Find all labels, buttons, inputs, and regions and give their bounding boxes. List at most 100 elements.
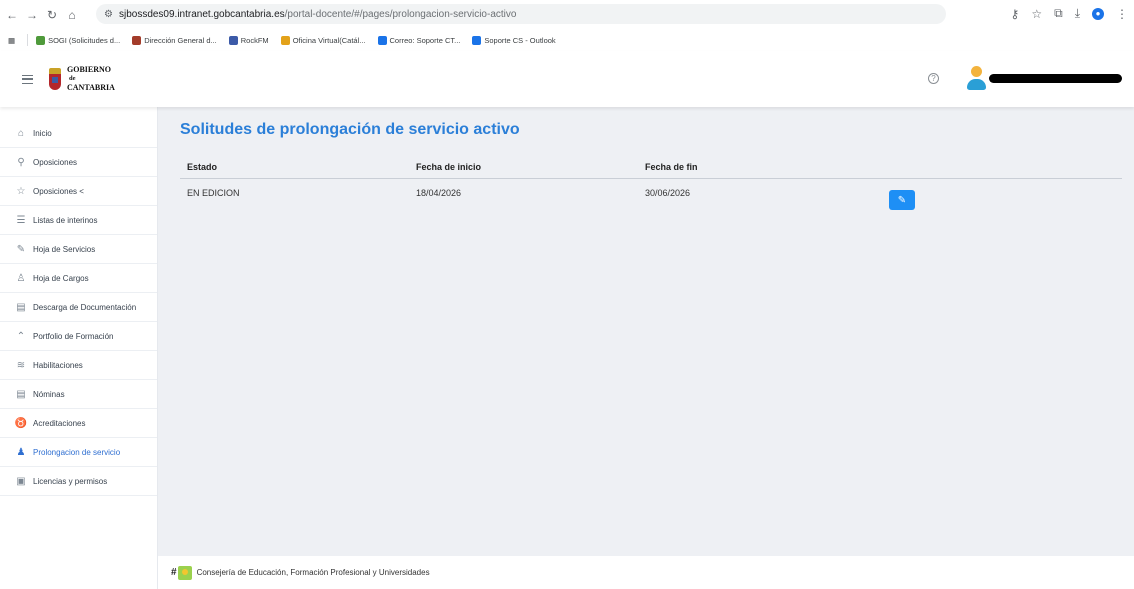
logo-mark-icon: # bbox=[171, 567, 176, 578]
consejeria-logo: # bbox=[171, 565, 192, 580]
bookmark-item[interactable]: Oficina Virtual(Catál... bbox=[280, 35, 366, 45]
column-fecha-fin: Fecha de fin bbox=[645, 161, 698, 172]
bookmark-item[interactable]: RockFM bbox=[228, 35, 269, 45]
sidebar-item-12[interactable]: ▣ Licencias y permisos bbox=[0, 467, 157, 496]
sidebar-item-label: Licencias y permisos bbox=[33, 476, 108, 486]
cell-actions: ✎ bbox=[889, 178, 1122, 210]
home-browser-icon[interactable]: ⌂ bbox=[64, 7, 80, 23]
user-search-icon: ⚲ bbox=[17, 156, 25, 168]
home-icon: ⌂ bbox=[17, 127, 25, 139]
sidebar-item-3[interactable]: ☰ Listas de interinos bbox=[0, 206, 157, 235]
sidebar-item-10[interactable]: ♉ Acreditaciones bbox=[0, 409, 157, 438]
users-icon: ♙ bbox=[16, 272, 26, 284]
help-icon[interactable]: ? bbox=[928, 73, 939, 84]
sidebar-item-label: Hoja de Servicios bbox=[33, 244, 96, 254]
sidebar-item-5[interactable]: ♙ Hoja de Cargos bbox=[0, 264, 157, 293]
download-icon[interactable]: ⤓ bbox=[1075, 6, 1080, 21]
extensions-icon[interactable]: ⧉ bbox=[1054, 6, 1063, 21]
bookmark-favicon-icon bbox=[472, 35, 482, 45]
bookmarks-bar: ▦ SOGI (Solicitudes d... Dirección Genera… bbox=[0, 29, 1134, 51]
sidebar-item-label: Portfolio de Formación bbox=[33, 331, 114, 341]
edit-icon: ✎ bbox=[897, 194, 907, 206]
wrench-icon: ✎ bbox=[16, 243, 26, 255]
cell-fecha-fin: 30/06/2026 bbox=[645, 188, 691, 198]
logo-line-2: de bbox=[69, 75, 76, 82]
sidebar-item-7[interactable]: ⌃ Portfolio de Formación bbox=[0, 322, 157, 351]
sidebar-item-label: Acreditaciones bbox=[33, 418, 86, 428]
bookmark-item[interactable]: SOGI (Solicitudes d... bbox=[36, 35, 121, 45]
apps-grid-icon[interactable]: ▦ bbox=[8, 36, 15, 45]
bookmark-star-icon[interactable]: ☆ bbox=[1031, 7, 1042, 21]
username-redacted[interactable] bbox=[989, 74, 1122, 83]
main-content: Solitudes de prolongación de servicio ac… bbox=[158, 107, 1134, 556]
bookmark-favicon-icon bbox=[280, 35, 290, 45]
avatar[interactable] bbox=[966, 66, 986, 92]
sidebar-item-4[interactable]: ✎ Hoja de Servicios bbox=[0, 235, 157, 264]
browser-toolbar: ← → ↻ ⌂ ⚙ sjbossdes09.intranet.gobcantab… bbox=[0, 0, 1134, 29]
password-key-icon[interactable]: ⚷ bbox=[1011, 7, 1020, 21]
logo-line-1: GOBIERNO bbox=[67, 65, 112, 74]
bookmark-label: Dirección General d... bbox=[144, 35, 217, 45]
table-header: Estado Fecha de inicio Fecha de fin bbox=[180, 155, 1122, 179]
sidebar-item-label: Oposiciones < bbox=[33, 186, 84, 196]
sidebar-item-label: Habilitaciones bbox=[33, 360, 83, 370]
sidebar-item-label: Prolongacion de servicio bbox=[33, 447, 121, 457]
gobierno-cantabria-logo[interactable]: GOBIERNO de CANTABRIA bbox=[48, 65, 115, 92]
logo-text: GOBIERNO de CANTABRIA bbox=[67, 65, 115, 92]
bookmark-item[interactable]: Soporte CS - Outlook bbox=[472, 35, 556, 45]
sidebar-item-9[interactable]: ▤ Nóminas bbox=[0, 380, 157, 409]
bookmark-item[interactable]: Correo: Soporte CT... bbox=[377, 35, 461, 45]
sidebar-item-label: Descarga de Documentación bbox=[33, 302, 137, 312]
footer-text: Consejería de Educación, Formación Profe… bbox=[196, 568, 430, 577]
bookmark-favicon-icon bbox=[228, 35, 238, 45]
bookmark-label: Correo: Soporte CT... bbox=[389, 35, 461, 45]
url-host: sjbossdes09.intranet.gobcantabria.es bbox=[118, 8, 285, 20]
site-info-icon[interactable]: ⚙ bbox=[104, 9, 113, 20]
footer: # Consejería de Educación, Formación Pro… bbox=[158, 556, 1134, 589]
bookmark-item[interactable]: Dirección General d... bbox=[132, 35, 217, 45]
sidebar-item-label: Nóminas bbox=[33, 389, 65, 399]
edit-button[interactable]: ✎ bbox=[889, 190, 915, 210]
sidebar-item-6[interactable]: ▤ Descarga de Documentación bbox=[0, 293, 157, 322]
sidebar-item-8[interactable]: ≋ Habilitaciones bbox=[0, 351, 157, 380]
back-arrow-icon[interactable]: ← bbox=[4, 7, 20, 23]
address-bar[interactable]: ⚙ sjbossdes09.intranet.gobcantabria.es/p… bbox=[96, 4, 946, 24]
bookmark-label: Oficina Virtual(Catál... bbox=[292, 35, 366, 45]
medal-icon: ♉ bbox=[14, 417, 28, 429]
document-icon: ▤ bbox=[16, 388, 26, 400]
sidebar-item-label: Oposiciones bbox=[33, 157, 78, 167]
star-icon: ☆ bbox=[16, 185, 26, 197]
sidebar-item-11[interactable]: ♟ Prolongacion de servicio bbox=[0, 438, 157, 467]
menu-kebab-icon[interactable]: ⋮ bbox=[1116, 7, 1128, 21]
logo-swatch-icon bbox=[177, 565, 192, 580]
requests-table: Estado Fecha de inicio Fecha de fin EN E… bbox=[180, 155, 1122, 210]
bookmark-label: Soporte CS - Outlook bbox=[484, 35, 556, 45]
bookmarks-divider bbox=[27, 34, 29, 46]
coat-of-arms-icon bbox=[48, 67, 62, 90]
graduation-cap-icon: ⌃ bbox=[16, 330, 26, 342]
bookmark-label: RockFM bbox=[240, 35, 269, 45]
user-plus-icon: ♟ bbox=[16, 446, 26, 458]
forward-arrow-icon[interactable]: → bbox=[24, 7, 40, 23]
bookmark-favicon-icon bbox=[132, 35, 142, 45]
sidebar-item-2[interactable]: ☆ Oposiciones < bbox=[0, 177, 157, 206]
sidebar-item-1[interactable]: ⚲ Oposiciones bbox=[0, 148, 157, 177]
browser-actions: ⚷ ☆ ⧉ ⤓ ● ⋮ bbox=[1011, 6, 1128, 21]
table-row: EN EDICION 18/04/2026 30/06/2026 ✎ bbox=[180, 178, 1122, 210]
app-header: GOBIERNO de CANTABRIA bbox=[0, 51, 1134, 107]
cell-estado: EN EDICION bbox=[187, 188, 240, 198]
page-title: Solitudes de prolongación de servicio ac… bbox=[180, 121, 520, 138]
bookmark-label: SOGI (Solicitudes d... bbox=[48, 35, 121, 45]
hamburger-menu-icon[interactable] bbox=[22, 75, 33, 84]
bookmark-list: SOGI (Solicitudes d... Dirección General … bbox=[36, 35, 568, 45]
clipboard-icon: ▣ bbox=[16, 475, 26, 487]
layers-icon: ≋ bbox=[16, 359, 26, 371]
list-icon: ☰ bbox=[16, 214, 26, 226]
sidebar-item-label: Listas de interinos bbox=[33, 215, 98, 225]
reload-icon[interactable]: ↻ bbox=[44, 7, 60, 23]
url-path: /portal-docente/#/pages/prolongacion-ser… bbox=[284, 8, 517, 20]
sidebar-item-0[interactable]: ⌂ Inicio bbox=[0, 119, 157, 148]
file-download-icon: ▤ bbox=[16, 301, 26, 313]
sidebar: ⌂ Inicio ⚲ Oposiciones ☆ Oposiciones < ☰ Listas… bbox=[0, 107, 158, 589]
profile-icon[interactable]: ● bbox=[1092, 7, 1104, 20]
